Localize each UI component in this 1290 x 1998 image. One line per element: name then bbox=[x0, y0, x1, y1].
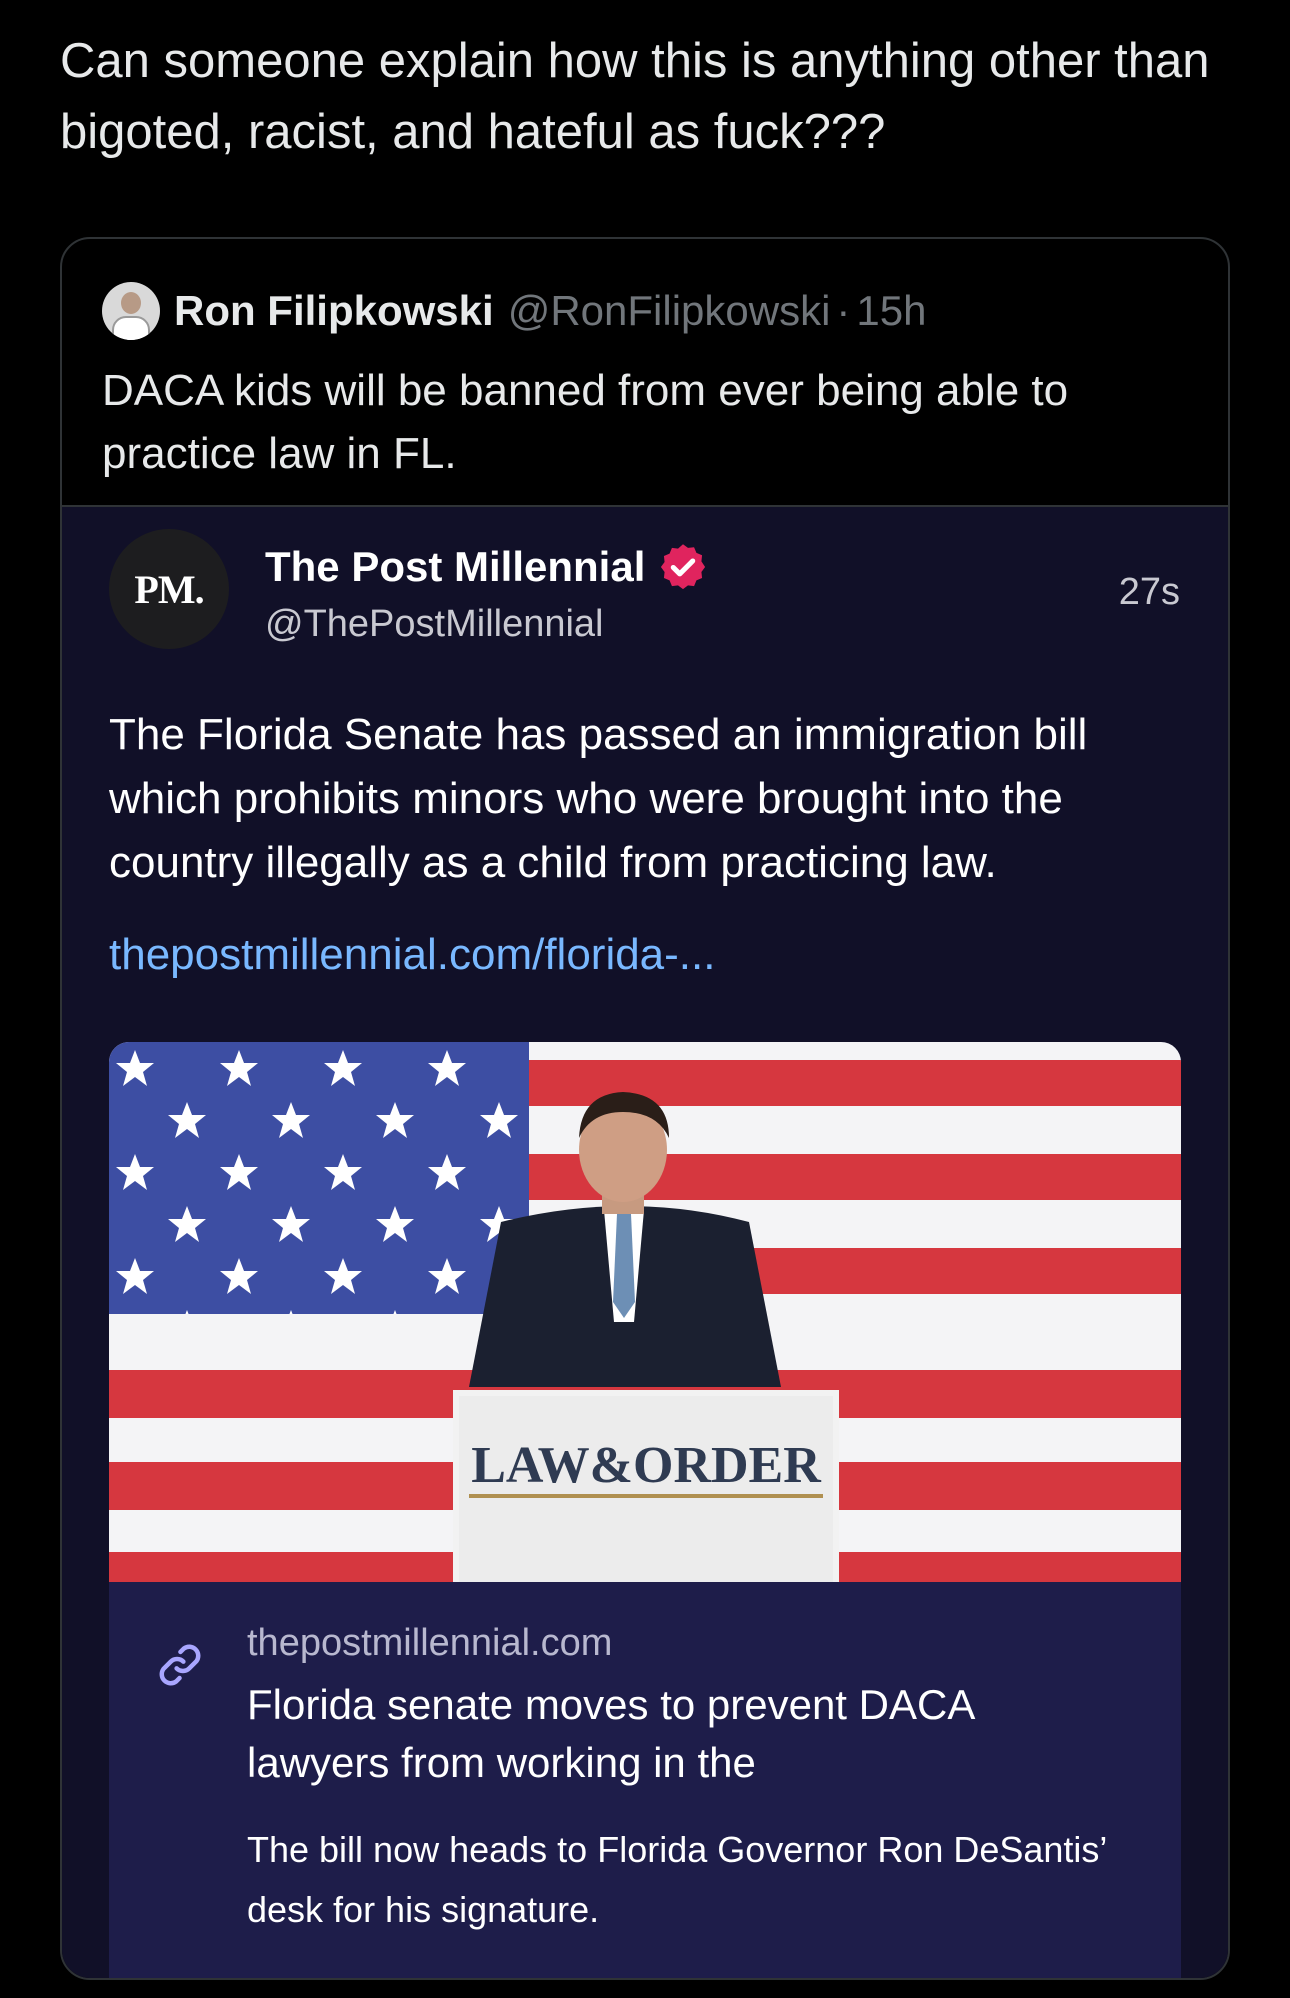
preview-domain: thepostmillennial.com bbox=[247, 1622, 613, 1664]
article-card[interactable]: LAW&ORDER thepostmillennial.com Florida … bbox=[109, 1042, 1181, 1978]
quote-header: Ron Filipkowski @RonFilipkowski · 15h bbox=[102, 281, 927, 341]
embedded-post[interactable]: PM. The Post Millennial @ThePostMillenni… bbox=[62, 505, 1228, 1978]
link-icon bbox=[159, 1644, 201, 1686]
preview-description: The bill now heads to Florida Governor R… bbox=[247, 1829, 1107, 1930]
article-photo: LAW&ORDER bbox=[109, 1042, 1181, 1582]
author-handle[interactable]: @RonFilipkowski bbox=[508, 287, 831, 335]
separator-dot: · bbox=[836, 287, 851, 334]
verified-badge-icon bbox=[661, 544, 706, 590]
quote-text: DACA kids will be banned from ever being… bbox=[102, 366, 1069, 478]
author-name[interactable]: Ron Filipkowski bbox=[174, 287, 494, 335]
pm-author-handle[interactable]: @ThePostMillennial bbox=[265, 603, 604, 646]
article-link[interactable]: thepostmillennial.com/florida-... bbox=[109, 930, 715, 980]
pm-post-time[interactable]: 27s bbox=[1119, 571, 1180, 614]
pm-avatar-text: PM. bbox=[134, 566, 204, 612]
svg-text:LAW&ORDER: LAW&ORDER bbox=[471, 1437, 822, 1494]
quote-tweet-card[interactable]: Ron Filipkowski @RonFilipkowski · 15h DA… bbox=[60, 237, 1230, 1980]
link-preview[interactable]: thepostmillennial.com Florida senate mov… bbox=[109, 1582, 1181, 1978]
author-avatar[interactable] bbox=[102, 282, 160, 340]
pm-name-text: The Post Millennial bbox=[265, 543, 646, 590]
post-text: Can someone explain how this is anything… bbox=[60, 34, 1210, 159]
preview-title[interactable]: Florida senate moves to prevent DACA law… bbox=[247, 1676, 1127, 1792]
pm-author-name[interactable]: The Post Millennial bbox=[265, 541, 709, 593]
post-time[interactable]: 15h bbox=[856, 287, 926, 335]
pm-avatar[interactable]: PM. bbox=[109, 529, 229, 649]
pm-post-text: The Florida Senate has passed an immigra… bbox=[109, 710, 1088, 887]
